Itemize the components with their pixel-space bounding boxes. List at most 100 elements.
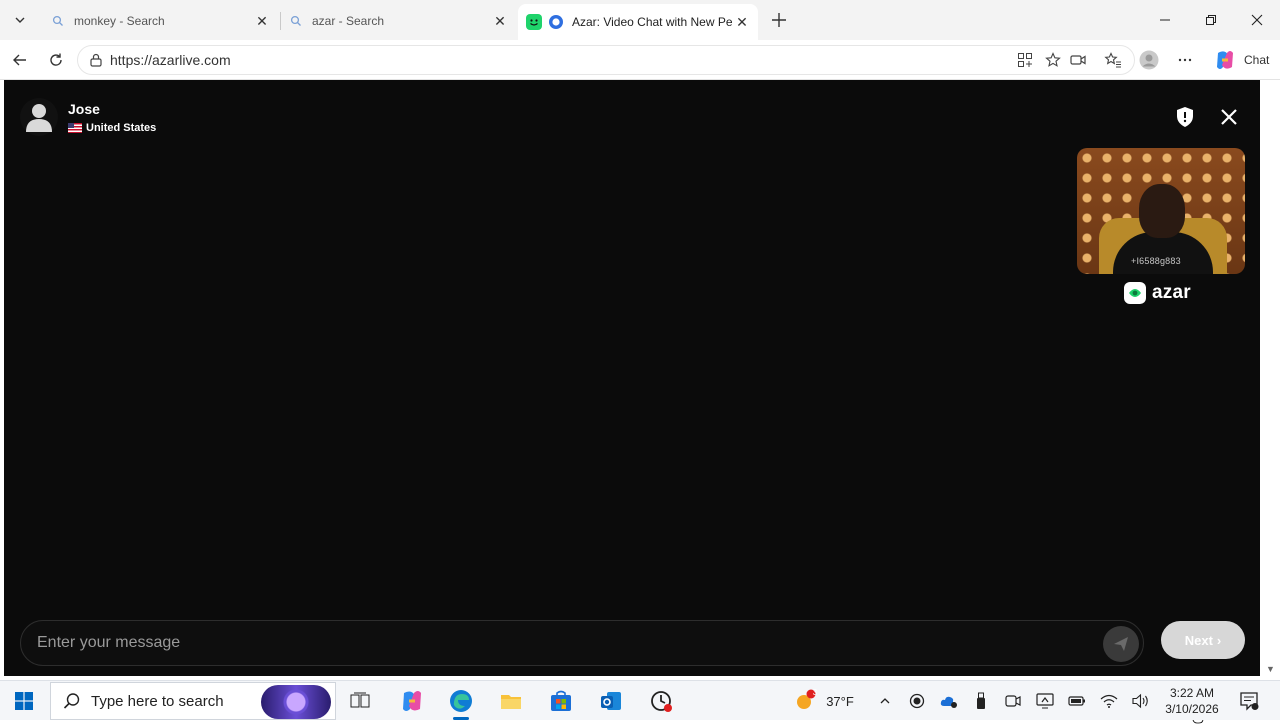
profile-avatar-icon — [1139, 50, 1159, 70]
weather-widget[interactable]: 3 37°F — [788, 681, 860, 721]
restore-button[interactable] — [1188, 0, 1234, 40]
apps-icon — [1018, 53, 1032, 67]
profile-button[interactable] — [1135, 46, 1163, 74]
favorites-button[interactable] — [1099, 46, 1127, 74]
peer-country: United States — [68, 122, 156, 134]
taskbar-edge-button[interactable] — [445, 681, 477, 721]
weather-temperature: 37°F — [826, 693, 854, 709]
message-bar — [20, 620, 1144, 666]
plus-icon — [772, 13, 786, 27]
taskbar-copilot-button[interactable] — [396, 681, 428, 721]
clock-date: 3/10/2026 — [1165, 702, 1219, 716]
message-input[interactable] — [37, 634, 1077, 652]
peer-name: Jose — [68, 101, 100, 117]
scroll-down-arrow-icon[interactable]: ▼ — [1266, 664, 1275, 674]
tab-azar-search[interactable]: azar - Search ✕ — [280, 6, 516, 36]
selfview-person — [1139, 184, 1185, 238]
search-highlight-planet-icon — [261, 685, 331, 719]
peer-country-name: United States — [86, 122, 157, 134]
copilot-icon — [403, 691, 421, 711]
restore-icon — [1206, 15, 1216, 25]
tab-title: monkey - Search — [74, 14, 165, 28]
minimize-button[interactable] — [1142, 0, 1188, 40]
outlook-icon — [601, 692, 621, 710]
copilot-chat-label: Chat — [1244, 53, 1270, 67]
new-tab-button[interactable] — [766, 6, 792, 34]
windows-taskbar: Type here to search 3 37°F 3:22 AM 3/10/… — [0, 680, 1280, 720]
taskbar-clock[interactable]: 3:22 AM 3/10/2026 — [1160, 685, 1224, 717]
taskbar-outlook-button[interactable] — [595, 681, 627, 721]
browser-toolbar: https://azarlive.com Chat — [0, 40, 1280, 80]
selfview-watermark: +I6588g883 — [1131, 256, 1181, 266]
clock-time: 3:22 AM — [1169, 686, 1215, 700]
next-button[interactable]: Next › — [1161, 621, 1245, 659]
camera-permission-button[interactable] — [1064, 46, 1092, 74]
tab-azar-video-chat[interactable]: Azar: Video Chat with New Pe ✕ — [518, 4, 758, 40]
tab-close-icon[interactable]: ✕ — [254, 13, 270, 29]
close-icon — [1221, 109, 1237, 125]
url-text: https://azarlive.com — [110, 52, 231, 68]
azar-logo-text: azar — [1152, 282, 1191, 303]
tray-screen-share-button[interactable] — [1034, 681, 1056, 721]
windows-logo-icon — [15, 692, 33, 710]
copilot-icon — [1217, 51, 1233, 69]
wifi-icon — [1100, 694, 1118, 708]
peer-avatar[interactable] — [20, 98, 58, 136]
close-window-button[interactable] — [1234, 0, 1280, 40]
search-icon — [288, 13, 304, 29]
tab-title: azar - Search — [312, 14, 385, 28]
refresh-button[interactable] — [42, 46, 70, 74]
taskbar-file-explorer-button[interactable] — [495, 681, 527, 721]
back-button[interactable] — [6, 46, 34, 74]
task-view-button[interactable] — [344, 681, 376, 721]
search-icon — [63, 693, 80, 709]
tray-teams-button[interactable] — [1002, 681, 1024, 721]
tab-monkey-search[interactable]: monkey - Search ✕ — [42, 6, 278, 36]
favorite-button[interactable] — [1039, 46, 1067, 74]
back-arrow-icon — [13, 54, 26, 66]
start-button[interactable] — [0, 681, 48, 721]
azar-logo-icon — [1124, 282, 1146, 304]
tray-usb-button[interactable] — [970, 681, 992, 721]
refresh-icon — [50, 53, 62, 66]
weather-badge-count: 3 — [812, 688, 818, 697]
taskbar-recording-app-button[interactable] — [645, 681, 677, 721]
azar-favicon-icon — [548, 14, 564, 30]
send-message-button[interactable] — [1103, 626, 1139, 662]
azar-logo: azar — [1124, 282, 1191, 304]
end-chat-button[interactable] — [1216, 104, 1242, 130]
tab-actions-menu-button[interactable] — [6, 6, 34, 34]
page-scrollbar[interactable]: ▼ — [1262, 80, 1280, 676]
tab-collection-icon — [526, 14, 542, 30]
star-icon — [1045, 52, 1061, 67]
shield-alert-icon — [1177, 107, 1193, 127]
tray-battery-button[interactable] — [1066, 681, 1088, 721]
record-icon — [909, 693, 925, 709]
peer-info: Jose United States — [20, 98, 156, 136]
tab-close-icon[interactable]: ✕ — [734, 14, 750, 30]
video-camera-icon — [1070, 55, 1086, 65]
report-button[interactable] — [1172, 104, 1198, 130]
settings-more-button[interactable] — [1171, 46, 1199, 74]
tab-close-icon[interactable]: ✕ — [492, 13, 508, 29]
app-available-button[interactable] — [1011, 46, 1039, 74]
notification-center-icon — [1240, 692, 1259, 711]
taskbar-store-button[interactable] — [545, 681, 577, 721]
meet-icon — [1005, 695, 1021, 707]
taskbar-search-box[interactable]: Type here to search — [50, 682, 336, 720]
show-hidden-icons-button[interactable] — [874, 681, 896, 721]
screen-share-icon — [1036, 693, 1054, 709]
copilot-chat-button[interactable]: Chat — [1208, 46, 1275, 74]
folder-icon — [501, 695, 521, 709]
chevron-right-icon: › — [1216, 632, 1222, 648]
tray-onedrive-button[interactable] — [938, 681, 960, 721]
send-icon — [1114, 637, 1128, 651]
lock-icon[interactable] — [88, 52, 104, 68]
tray-volume-button[interactable] — [1130, 681, 1152, 721]
chevron-down-icon — [15, 17, 25, 23]
tray-wifi-button[interactable] — [1098, 681, 1120, 721]
notifications-button[interactable] — [1234, 681, 1264, 721]
us-flag-icon — [68, 123, 82, 133]
tray-record-button[interactable] — [906, 681, 928, 721]
address-bar[interactable]: https://azarlive.com — [77, 45, 1135, 75]
